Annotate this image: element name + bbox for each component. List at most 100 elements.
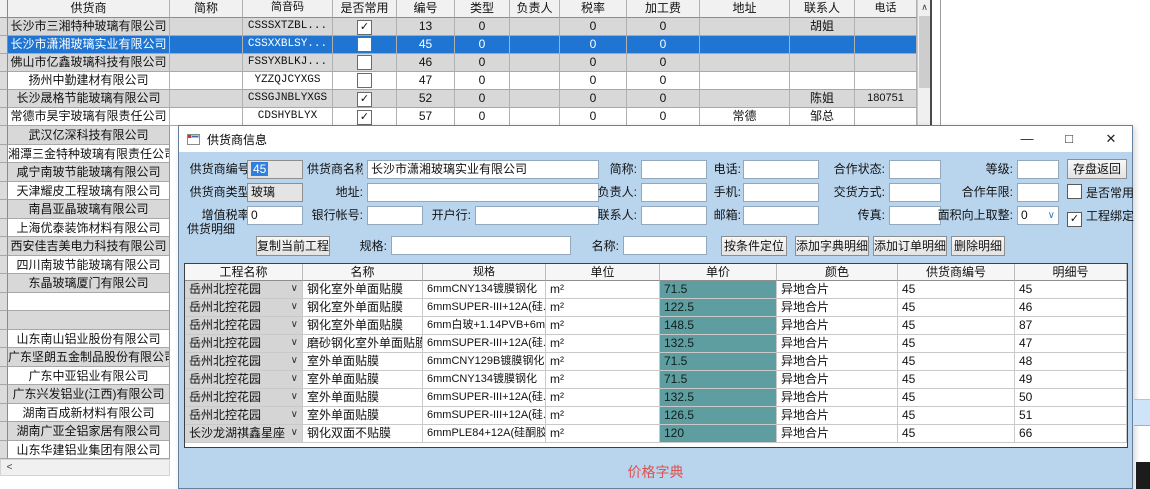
pinyin-cell[interactable]: YZZQJCYXGS [243, 72, 333, 90]
chevron-down-icon[interactable]: ∨ [291, 407, 298, 424]
phone-cell[interactable] [855, 36, 917, 54]
tax-cell[interactable]: 0 [560, 54, 627, 72]
supplier-name-cell[interactable]: 长沙市三湘特种玻璃有限公司 [8, 18, 170, 36]
supplier-type-input[interactable]: 玻璃 [247, 183, 303, 202]
type-cell[interactable]: 0 [455, 18, 510, 36]
supplier-table-row[interactable]: 南昌亚晶玻璃有限公司 [0, 200, 171, 219]
detail-id-cell[interactable]: 50 [1015, 389, 1127, 407]
price-cell[interactable]: 71.5 [660, 371, 777, 389]
type-cell[interactable]: 0 [455, 90, 510, 108]
supplier-name-cell[interactable]: 广东坚朗五金制品股份有限公司 [8, 348, 170, 367]
checkbox-icon[interactable] [357, 73, 372, 88]
spec-cell[interactable]: 6mmCNY134镀膜钢化 [423, 371, 546, 389]
col-header-tax[interactable]: 税率 [560, 0, 627, 18]
price-cell[interactable]: 132.5 [660, 335, 777, 353]
supplier-name-cell[interactable]: 扬州中勤建材有限公司 [8, 72, 170, 90]
id-cell[interactable]: 13 [397, 18, 455, 36]
supplier-table-row[interactable]: 常德市昊宇玻璃有限责任公司 CDSHYBLYX ✓ 57 0 0 0 常德 邹总 [0, 108, 930, 126]
name-cell[interactable]: 钢化室外单面贴膜 [303, 281, 423, 299]
spec-cell[interactable]: 6mmSUPER-III+12A(硅... [423, 389, 546, 407]
supplier-table-row[interactable]: 湘潭三金特种玻璃有限责任公司 [0, 145, 171, 164]
price-cell[interactable]: 71.5 [660, 353, 777, 371]
col-header-unit[interactable]: 单位 [546, 264, 660, 281]
price-cell[interactable]: 126.5 [660, 407, 777, 425]
contact-cell[interactable] [790, 54, 855, 72]
supplier-table-row[interactable]: 湖南广亚全铝家居有限公司 [0, 422, 171, 441]
id-cell[interactable]: 57 [397, 108, 455, 126]
price-cell[interactable]: 148.5 [660, 317, 777, 335]
supplier-table-row[interactable]: 广东坚朗五金制品股份有限公司 [0, 348, 171, 367]
fee-cell[interactable]: 0 [627, 54, 700, 72]
chevron-down-icon[interactable]: ∨ [291, 281, 298, 298]
color-cell[interactable]: 异地合片 [777, 317, 898, 335]
price-cell[interactable]: 132.5 [660, 389, 777, 407]
project-combobox-cell[interactable]: 岳州北控花园∨ [185, 407, 303, 425]
supplier-table-row[interactable]: 扬州中勤建材有限公司 YZZQJCYXGS 47 0 0 0 [0, 72, 930, 90]
spec-cell[interactable]: 6mmSUPER-III+12A(硅... [423, 299, 546, 317]
supplier-name-cell[interactable]: 长沙晟格节能玻璃有限公司 [8, 90, 170, 108]
supplier-name-cell[interactable]: 常德市昊宇玻璃有限责任公司 [8, 108, 170, 126]
supplier-name-cell[interactable]: 广东兴发铝业(江西)有限公司 [8, 385, 170, 404]
address-cell[interactable]: 常德 [700, 108, 790, 126]
detail-id-cell[interactable]: 49 [1015, 371, 1127, 389]
delete-detail-button[interactable]: 删除明细 [951, 236, 1005, 256]
pinyin-cell[interactable]: CSSXXBLSY... [243, 36, 333, 54]
supplier-table-row[interactable]: 佛山市亿鑫玻璃科技有限公司 FSSYXBLKJ... 46 0 0 0 [0, 54, 930, 72]
supplier-table-row[interactable]: 长沙市三湘特种玻璃有限公司 CSSSXTZBL... ✓ 13 0 0 0 胡姐 [0, 18, 930, 36]
unit-cell[interactable]: m² [546, 281, 660, 299]
supplier-name-cell[interactable]: 咸宁南玻节能玻璃有限公司 [8, 163, 170, 182]
spec-cell[interactable]: 6mmCNY129B镀膜钢化 [423, 353, 546, 371]
price-cell[interactable]: 122.5 [660, 299, 777, 317]
project-combobox-cell[interactable]: 岳州北控花园∨ [185, 335, 303, 353]
unit-cell[interactable]: m² [546, 335, 660, 353]
spec-filter-input[interactable] [391, 236, 571, 255]
detail-grid-row[interactable]: 岳州北控花园∨ 室外单面贴膜 6mmSUPER-III+12A(硅... m² … [185, 389, 1127, 407]
checkbox-icon[interactable]: ✓ [357, 92, 372, 107]
detail-grid-row[interactable]: 长沙龙湖祺鑫星座∨ 钢化双面不贴膜 6mmPLE84+12A(硅酮胶... m²… [185, 425, 1127, 443]
common-cell[interactable]: ✓ [333, 108, 397, 126]
detail-id-cell[interactable]: 48 [1015, 353, 1127, 371]
col-header-supplier[interactable]: 供货商 [8, 0, 170, 18]
spec-cell[interactable]: 6mmSUPER-III+12A(硅... [423, 407, 546, 425]
name-cell[interactable]: 室外单面贴膜 [303, 407, 423, 425]
phone-cell[interactable] [855, 108, 917, 126]
supplier-name-cell[interactable]: 天津耀皮工程玻璃有限公司 [8, 182, 170, 201]
phone-cell[interactable]: 180751 [855, 90, 917, 108]
manager-cell[interactable] [510, 72, 560, 90]
supplier-name-cell[interactable]: 武汉亿深科技有限公司 [8, 126, 170, 145]
checkbox-icon[interactable] [1067, 184, 1082, 199]
col-header-name[interactable]: 名称 [303, 264, 423, 281]
common-cell[interactable]: ✓ [333, 90, 397, 108]
checkbox-icon[interactable]: ✓ [357, 110, 372, 125]
abbr-cell[interactable] [170, 108, 243, 126]
maximize-icon[interactable]: □ [1048, 126, 1090, 152]
price-cell[interactable]: 71.5 [660, 281, 777, 299]
col-header-spec[interactable]: 规格 [423, 264, 546, 281]
type-cell[interactable]: 0 [455, 54, 510, 72]
bank-branch-input[interactable] [475, 206, 599, 225]
detail-id-cell[interactable]: 51 [1015, 407, 1127, 425]
spec-cell[interactable]: 6mmSUPER-III+12A(硅... [423, 335, 546, 353]
supplier-table-row[interactable]: 长沙市潇湘玻璃实业有限公司 CSSXXBLSY... 45 0 0 0 [0, 36, 930, 54]
contact-cell[interactable] [790, 36, 855, 54]
supplier-name-cell[interactable]: 西安佳吉美电力科技有限公司 [8, 237, 170, 256]
scroll-left-icon[interactable]: < [1, 460, 18, 475]
color-cell[interactable]: 异地合片 [777, 299, 898, 317]
pinyin-cell[interactable]: CDSHYBLYX [243, 108, 333, 126]
address-cell[interactable] [700, 36, 790, 54]
chevron-down-icon[interactable]: ∨ [291, 299, 298, 316]
abbr-cell[interactable] [170, 18, 243, 36]
project-combobox-cell[interactable]: 岳州北控花园∨ [185, 299, 303, 317]
col-header-pinyin[interactable]: 简音码 [243, 0, 333, 18]
checkbox-icon[interactable]: ✓ [1067, 212, 1082, 227]
type-cell[interactable]: 0 [455, 108, 510, 126]
supplier-id-cell[interactable]: 45 [898, 425, 1015, 443]
supplier-table-row[interactable] [0, 293, 171, 312]
type-cell[interactable]: 0 [455, 72, 510, 90]
name-cell[interactable]: 室外单面贴膜 [303, 353, 423, 371]
email-input[interactable] [743, 206, 819, 225]
name-cell[interactable]: 磨砂钢化室外单面贴膜 [303, 335, 423, 353]
col-header-id[interactable]: 编号 [397, 0, 455, 18]
supplier-table-row[interactable]: 山东华建铝业集团有限公司 [0, 441, 171, 460]
tax-cell[interactable]: 0 [560, 18, 627, 36]
